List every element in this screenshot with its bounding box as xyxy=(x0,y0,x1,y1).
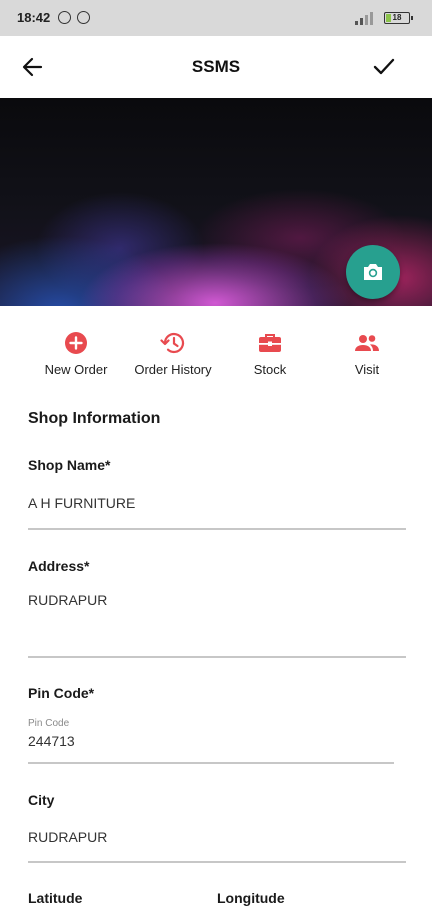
shop-name-value: A H FURNITURE xyxy=(28,495,136,511)
longitude-label: Longitude xyxy=(217,890,285,906)
people-icon xyxy=(355,335,379,351)
pin-code-underline xyxy=(28,762,394,764)
order-history-label: Order History xyxy=(134,362,212,377)
city-underline xyxy=(28,861,406,863)
section-title: Shop Information xyxy=(28,410,161,427)
quick-actions: New Order Order History Stock Visit xyxy=(0,330,432,380)
pin-code-value: 244713 xyxy=(28,733,75,749)
check-icon xyxy=(373,58,395,75)
stock-label: Stock xyxy=(253,362,287,377)
camera-icon xyxy=(364,264,382,280)
battery-icon: 18 xyxy=(384,12,413,24)
history-icon xyxy=(160,332,185,354)
status-time: 18:42 xyxy=(17,10,51,25)
whatsapp-icon xyxy=(77,11,90,24)
plus-circle-icon xyxy=(65,332,87,354)
city-value: RUDRAPUR xyxy=(28,829,108,845)
address-value: RUDRAPUR xyxy=(28,592,108,608)
app-bar: SSMS xyxy=(0,36,432,98)
pin-code-label: Pin Code* xyxy=(28,685,95,701)
visit-button[interactable]: Visit xyxy=(313,330,421,377)
briefcase-icon xyxy=(259,334,281,352)
visit-label: Visit xyxy=(354,362,380,377)
new-order-button[interactable]: New Order xyxy=(22,330,130,377)
stock-button[interactable]: Stock xyxy=(216,330,324,377)
shop-name-label: Shop Name* xyxy=(28,457,111,473)
signal-icon xyxy=(355,12,373,25)
battery-level: 18 xyxy=(392,13,402,22)
status-bar: 18:42 18 xyxy=(0,0,432,36)
new-order-label: New Order xyxy=(44,362,108,377)
save-button[interactable] xyxy=(368,51,400,83)
camera-button[interactable] xyxy=(346,245,400,299)
order-history-button[interactable]: Order History xyxy=(119,330,227,377)
city-label: City xyxy=(28,792,55,808)
shop-name-underline xyxy=(28,528,406,530)
latitude-label: Latitude xyxy=(28,890,83,906)
address-underline xyxy=(28,656,406,658)
address-label: Address* xyxy=(28,558,90,574)
pin-code-hint: Pin Code xyxy=(28,718,70,729)
data-saver-icon xyxy=(58,11,71,24)
